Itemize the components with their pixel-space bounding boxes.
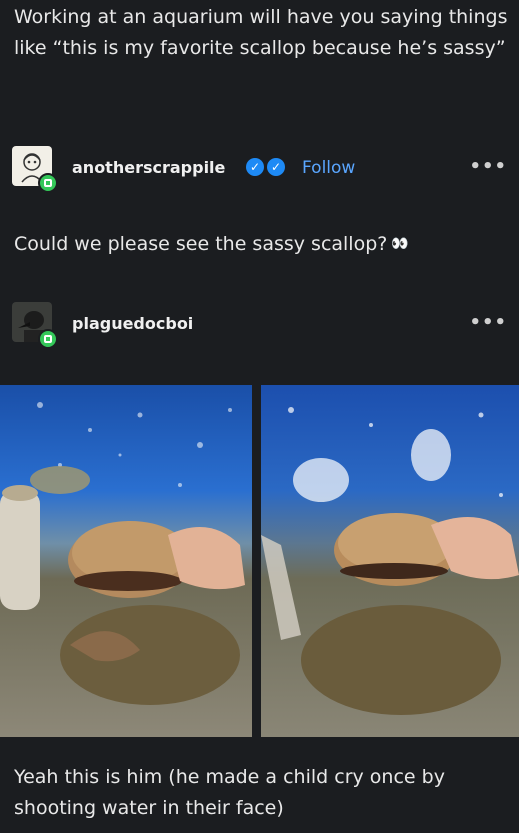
reply1-text: Could we please see the sassy scallop?: [14, 233, 388, 255]
online-status-icon: [38, 329, 58, 349]
scallop-photo-left[interactable]: [0, 385, 252, 737]
avatar[interactable]: [12, 146, 58, 193]
reply1-text-block: Could we please see the sassy scallop? 👀: [14, 229, 509, 260]
verified-check-icon: ✓: [267, 158, 285, 176]
more-options-icon[interactable]: •••: [469, 156, 507, 177]
reply2-text: Yeah this is him (he made a child cry on…: [14, 766, 445, 819]
verified-badges: ✓ ✓: [246, 158, 285, 176]
reply1-username[interactable]: anotherscrappile: [72, 158, 225, 177]
online-status-icon: [38, 173, 58, 193]
verified-check-icon: ✓: [246, 158, 264, 176]
original-post-text: Working at an aquarium will have you say…: [14, 6, 508, 59]
more-options-icon[interactable]: •••: [469, 312, 507, 333]
reply2-username[interactable]: plaguedocboi: [72, 314, 193, 333]
reply1-header: anotherscrappile ✓ ✓ Follow •••: [12, 146, 507, 196]
follow-button[interactable]: Follow: [302, 158, 355, 178]
eyes-emoji: 👀: [391, 236, 409, 252]
avatar[interactable]: [12, 302, 58, 349]
reply2-header: plaguedocboi •••: [12, 302, 507, 352]
scallop-photo-right[interactable]: [261, 385, 519, 737]
